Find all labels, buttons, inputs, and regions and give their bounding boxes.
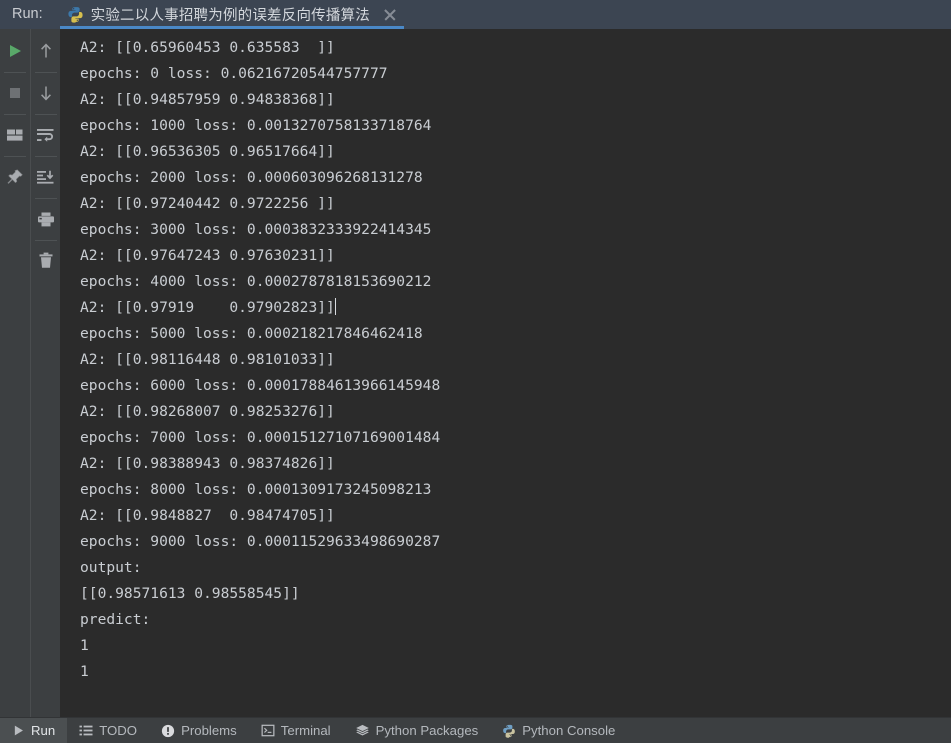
soft-wrap-icon xyxy=(36,127,55,143)
run-tool-window: Run: 实验二以人事招聘为例的误差反向传播算法 A2: [[0.6596045… xyxy=(0,0,951,743)
console-line: A2: [[0.96536305 0.96517664]] xyxy=(80,143,335,160)
statusbar-item-label: Run xyxy=(31,723,56,738)
warning-icon xyxy=(161,724,175,738)
next-occurrence-button[interactable] xyxy=(32,79,60,107)
console-line: A2: [[0.98116448 0.98101033]] xyxy=(80,351,335,368)
python-icon xyxy=(502,724,516,738)
toolbar-divider xyxy=(34,114,57,115)
console-line: epochs: 6000 loss: 0.0001788461396614594… xyxy=(80,377,441,394)
console-line: predict: xyxy=(80,611,151,628)
play-icon xyxy=(12,724,25,737)
arrow-down-icon xyxy=(38,84,54,102)
toolbar-divider xyxy=(34,156,57,157)
run-window-body: A2: [[0.65960453 0.635583 ]] epochs: 0 lo… xyxy=(0,29,951,717)
console-line: A2: [[0.98388943 0.98374826]] xyxy=(80,455,335,472)
console-output-panel[interactable]: A2: [[0.65960453 0.635583 ]] epochs: 0 lo… xyxy=(60,29,951,717)
console-line: epochs: 3000 loss: 0.0003832333922414345 xyxy=(80,221,432,238)
statusbar-item-label: Problems xyxy=(181,723,237,738)
rerun-button[interactable] xyxy=(1,37,29,65)
toolbar-divider xyxy=(4,72,26,73)
toolbar-divider xyxy=(34,72,57,73)
statusbar-item-python-packages[interactable]: Python Packages xyxy=(343,718,491,743)
statusbar-item-label: Terminal xyxy=(280,723,331,738)
console-line: 1 xyxy=(80,637,89,654)
console-line: epochs: 8000 loss: 0.0001309173245098213 xyxy=(80,481,432,498)
console-line: epochs: 5000 loss: 0.000218217846462418 xyxy=(80,325,423,342)
layout-button[interactable] xyxy=(1,121,29,149)
statusbar-item-problems[interactable]: Problems xyxy=(149,718,249,743)
print-button[interactable] xyxy=(32,205,60,233)
statusbar-item-run[interactable]: Run xyxy=(0,717,68,743)
console-line: A2: [[0.94857959 0.94838368]] xyxy=(80,91,335,108)
python-icon xyxy=(67,6,84,23)
statusbar-item-todo[interactable]: TODO xyxy=(67,718,149,743)
tool-window-bar: Run TODO Problems Terminal Python Packages Py… xyxy=(0,717,951,743)
run-window-header: Run: 实验二以人事招聘为例的误差反向传播算法 xyxy=(0,0,951,29)
statusbar-item-python-console[interactable]: Python Console xyxy=(490,718,627,743)
console-actions-toolbar xyxy=(30,29,60,717)
trash-icon xyxy=(38,252,54,270)
terminal-icon xyxy=(261,724,275,737)
console-text: A2: [[0.65960453 0.635583 ]] epochs: 0 lo… xyxy=(60,35,951,685)
toolbar-divider xyxy=(4,156,26,157)
console-line: A2: [[0.97647243 0.97630231]] xyxy=(80,247,335,264)
list-icon xyxy=(79,724,93,737)
statusbar-item-label: Python Console xyxy=(522,723,616,738)
run-configuration-tab[interactable]: 实验二以人事招聘为例的误差反向传播算法 xyxy=(56,0,404,29)
previous-occurrence-button[interactable] xyxy=(32,37,60,65)
console-line: epochs: 9000 loss: 0.0001152963349869028… xyxy=(80,533,441,550)
toolbar-divider xyxy=(34,240,57,241)
console-line: A2: [[0.97919 0.97902823]] xyxy=(80,298,337,316)
console-line: epochs: 7000 loss: 0.0001512710716900148… xyxy=(80,429,441,446)
layout-icon xyxy=(6,127,24,143)
pin-button[interactable] xyxy=(1,163,29,191)
console-line: epochs: 4000 loss: 0.0002787818153690212 xyxy=(80,273,432,290)
statusbar-item-terminal[interactable]: Terminal xyxy=(249,718,343,743)
stop-button[interactable] xyxy=(1,79,29,107)
play-icon xyxy=(7,43,23,59)
clear-all-button[interactable] xyxy=(32,247,60,275)
console-line: output: xyxy=(80,559,142,576)
run-window-label: Run: xyxy=(12,6,43,22)
console-line: [[0.98571613 0.98558545]] xyxy=(80,585,300,602)
console-line: A2: [[0.65960453 0.635583 ]] xyxy=(80,39,335,56)
console-line: epochs: 2000 loss: 0.000603096268131278 xyxy=(80,169,423,186)
print-icon xyxy=(37,211,55,228)
layers-icon xyxy=(355,724,370,738)
console-line: 1 xyxy=(80,663,89,680)
toolbar-divider xyxy=(34,198,57,199)
statusbar-item-label: TODO xyxy=(99,723,138,738)
console-line: A2: [[0.9848827 0.98474705]] xyxy=(80,507,335,524)
text-caret xyxy=(334,298,337,315)
scroll-to-end-button[interactable] xyxy=(32,163,60,191)
run-actions-toolbar xyxy=(0,29,30,717)
console-line: A2: [[0.97240442 0.9722256 ]] xyxy=(80,195,335,212)
pin-icon xyxy=(6,168,24,186)
toolbar-divider xyxy=(4,114,26,115)
header-gutter-filler xyxy=(0,26,60,29)
console-line: epochs: 0 loss: 0.06216720544757777 xyxy=(80,65,388,82)
stop-icon xyxy=(7,85,23,101)
soft-wrap-button[interactable] xyxy=(32,121,60,149)
scroll-to-end-icon xyxy=(36,169,55,185)
arrow-up-icon xyxy=(38,42,54,60)
console-line: epochs: 1000 loss: 0.0013270758133718764 xyxy=(80,117,432,134)
close-icon[interactable] xyxy=(382,7,398,23)
run-tab-title: 实验二以人事招聘为例的误差反向传播算法 xyxy=(90,8,370,24)
console-line: A2: [[0.98268007 0.98253276]] xyxy=(80,403,335,420)
statusbar-item-label: Python Packages xyxy=(375,723,479,738)
